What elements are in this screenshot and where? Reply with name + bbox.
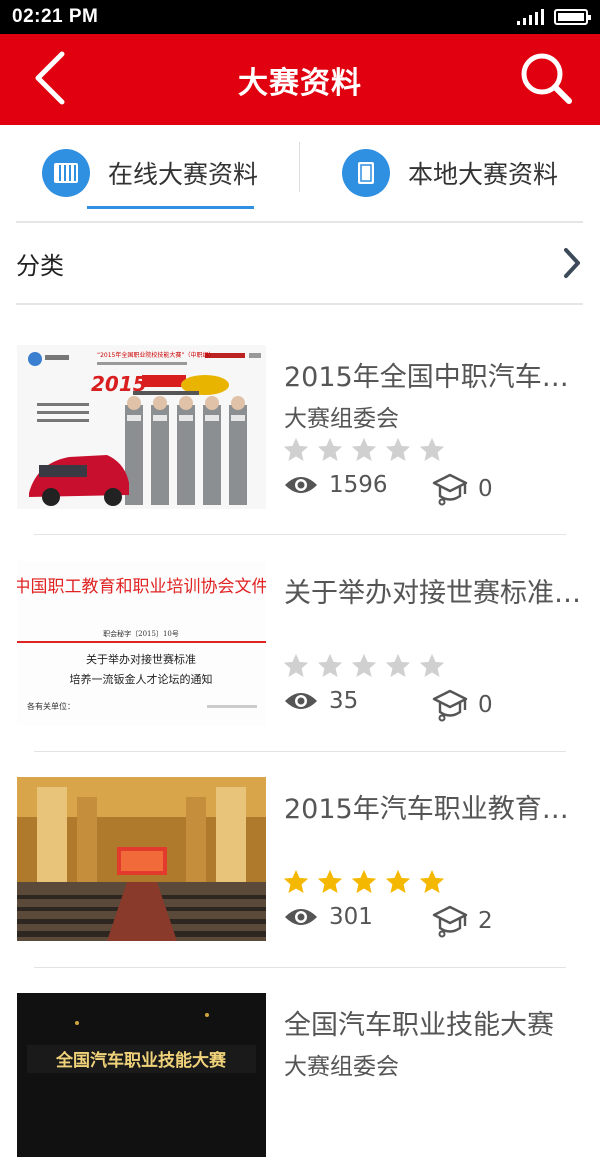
learner-count-value: 0 [478,692,493,718]
star-icon [419,869,445,894]
thumb-headline: “2015年全国职业院校技能大赛”（中职组） [97,351,215,359]
learner-count-value: 0 [478,476,493,502]
graduation-cap-icon [432,473,468,506]
status-icons [517,9,591,25]
item-thumbnail: “2015年全国职业院校技能大赛”（中职组） 2015 [17,345,266,509]
star-icon [317,653,343,678]
back-button[interactable] [20,48,80,108]
signal-icon [517,9,544,25]
tab-local-label: 本地大赛资料 [407,160,558,189]
item-title: 2015年汽车职业教育国际论坛 [284,794,584,825]
library-books-icon [41,149,90,197]
app-bar: 大赛资料 [0,34,600,125]
star-icon [283,653,309,678]
rating-stars [282,868,446,896]
view-count: 301 [283,904,373,930]
category-label: 分类 [16,251,64,280]
tab-selected-indicator [87,206,254,209]
star-icon [385,869,411,894]
tab-bar: 在线大赛资料 本地大赛资料 [0,125,600,221]
item-organizer: 大赛组委会 [284,1054,399,1080]
star-icon [283,869,309,894]
list-item[interactable]: 中国职工教育和职业培训协会文件 职会秘字〔2015〕10号 关于举办对接世赛标准… [0,521,600,737]
view-count-value: 301 [329,904,373,930]
item-title: 全国汽车职业技能大赛 [284,1010,554,1041]
star-icon [385,437,411,462]
page-title: 大赛资料 [238,65,362,101]
view-count: 35 [283,688,358,714]
list-item[interactable]: “2015年全国职业院校技能大赛”（中职组） 2015 2015年全国中职汽车运… [0,305,600,521]
status-time: 02:21 PM [12,6,99,27]
tab-online-label: 在线大赛资料 [107,160,258,189]
thumb-banner: 全国汽车职业技能大赛 [55,1050,227,1071]
item-thumbnail: 全国汽车职业技能大赛 [17,993,266,1157]
star-icon [351,869,377,894]
list-item[interactable]: 2015年汽车职业教育国际论坛 301 2 [0,737,600,953]
chevron-right-icon [564,248,580,278]
thumb-doc-head: 中国职工教育和职业培训协会文件 [17,577,266,597]
tab-online-materials[interactable]: 在线大赛资料 [0,125,300,221]
tab-divider [299,142,300,192]
star-icon [351,653,377,678]
item-thumbnail [17,777,266,941]
eye-icon [285,693,317,709]
book-icon [341,149,390,197]
eye-icon [285,909,317,925]
learner-count-value: 2 [478,908,493,934]
item-title: 2015年全国中职汽车运用与维修技能大赛 [284,362,584,393]
list-item[interactable]: 全国汽车职业技能大赛 全国汽车职业技能大赛 大赛组委会 [0,953,600,1169]
view-count-value: 35 [329,688,359,714]
star-icon [351,437,377,462]
star-icon [283,437,309,462]
item-title: 关于举办对接世赛标准培养一流钣金人才论坛的通知 [284,578,584,609]
thumb-doc-line2: 培养一流钣金人才论坛的通知 [70,672,213,686]
learner-count: 0 [432,688,493,722]
thumb-doc-line1: 关于举办对接世赛标准 [86,652,196,666]
chevron-left-icon [35,51,65,105]
rating-stars [282,652,446,680]
graduation-cap-icon [432,905,468,938]
learner-count: 2 [432,904,493,938]
category-row[interactable]: 分类 [16,223,583,303]
item-thumbnail: 中国职工教育和职业培训协会文件 职会秘字〔2015〕10号 关于举办对接世赛标准… [17,561,266,725]
view-count: 1596 [283,472,388,498]
star-icon [317,869,343,894]
item-organizer: 大赛组委会 [284,406,399,432]
thumb-doc-number: 职会秘字〔2015〕10号 [103,629,179,638]
graduation-cap-icon [432,689,468,722]
rating-stars [282,436,446,464]
star-icon [385,653,411,678]
status-bar: 02:21 PM [0,0,600,34]
star-icon [419,653,445,678]
tab-local-materials[interactable]: 本地大赛资料 [300,125,600,221]
learner-count: 0 [432,472,493,506]
thumb-doc-line3: 各有关单位： [27,701,75,711]
eye-icon [285,477,317,493]
view-count-value: 1596 [329,472,388,498]
star-icon [419,437,445,462]
battery-icon [554,9,591,25]
star-icon [317,437,343,462]
search-icon [521,53,572,104]
search-button[interactable] [516,48,576,108]
